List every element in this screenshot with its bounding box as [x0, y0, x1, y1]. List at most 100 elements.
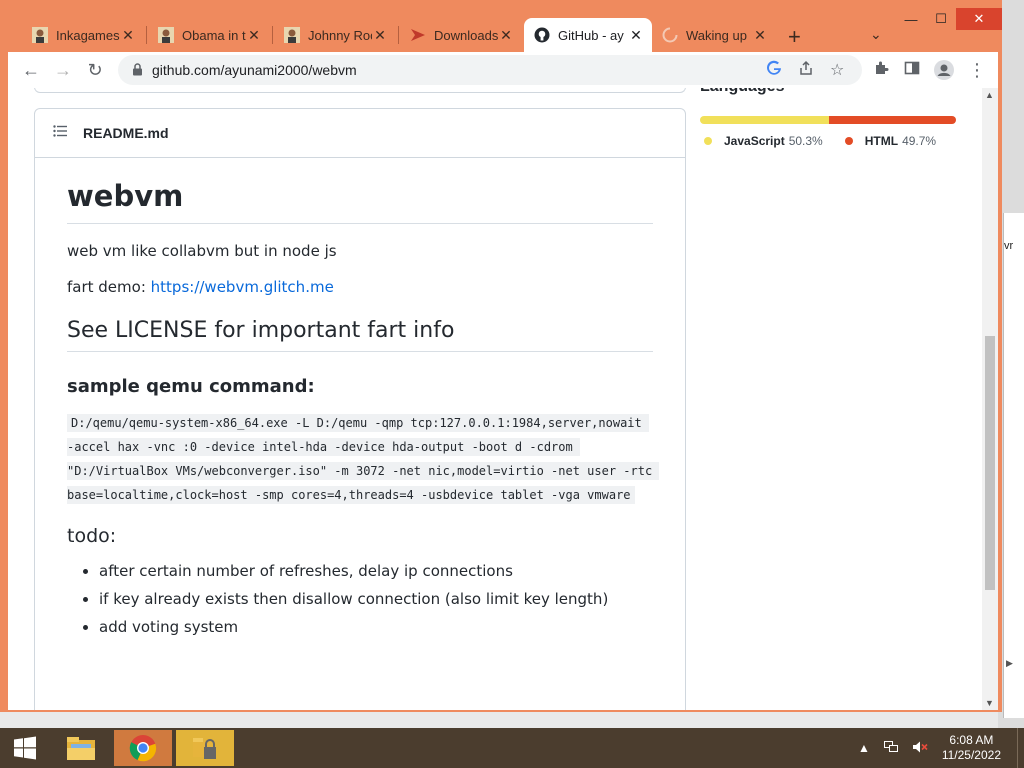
background-scroll-arrow-icon: ▶: [1006, 658, 1013, 668]
languages-list: JavaScript 50.3% HTML 49.7%: [704, 134, 958, 148]
tab-title: Waking up: [686, 27, 747, 43]
page-content: README.md webvm web vm like collabvm but…: [8, 88, 998, 710]
browser-toolbar: ← → ↻ github.com/ayunami2000/webvm ☆ ⋮: [8, 52, 998, 88]
readme-filename: README.md: [83, 125, 169, 141]
show-desktop-button[interactable]: [1017, 728, 1024, 768]
new-tab-button[interactable]: +: [788, 24, 801, 50]
forward-icon[interactable]: →: [52, 60, 74, 80]
lock-icon: [132, 63, 143, 81]
tab-close-icon[interactable]: ✕: [628, 27, 644, 44]
tab-close-icon[interactable]: ✕: [372, 27, 388, 44]
background-window-text: vr: [1004, 240, 1014, 252]
tab-johnny[interactable]: Johnny Roc ✕: [274, 18, 396, 52]
qemu-command-text: D:/qemu/qemu-system-x86_64.exe -L D:/qem…: [67, 414, 660, 504]
avatar-favicon-icon: [32, 27, 48, 43]
maximize-button[interactable]: ☐: [926, 8, 956, 30]
language-name: HTML: [864, 134, 899, 148]
window-close-button[interactable]: ✕: [956, 8, 1002, 30]
address-bar[interactable]: github.com/ayunami2000/webvm ☆: [118, 55, 862, 85]
list-item: if key already exists then disallow conn…: [99, 585, 653, 613]
tab-close-icon[interactable]: ✕: [120, 27, 136, 44]
clock-date: 11/25/2022: [941, 748, 1001, 762]
taskbar-locked-folder[interactable]: [176, 730, 234, 766]
list-item: add voting system: [99, 613, 653, 641]
scrollbar-thumb[interactable]: [985, 336, 995, 590]
google-icon[interactable]: [766, 60, 782, 80]
tab-title: GitHub - ay: [558, 27, 624, 43]
previous-box-edge: [34, 88, 686, 93]
clock-time: 6:08 AM: [949, 733, 994, 747]
windows-taskbar: ▲ 6:08 AM 11/25/2022: [0, 728, 1024, 768]
tab-inkagames[interactable]: Inkagames ✕: [22, 18, 144, 52]
locked-folder-icon: [193, 738, 216, 759]
avatar-favicon-icon: [284, 27, 300, 43]
todo-list: after certain number of refreshes, delay…: [67, 557, 653, 641]
profile-avatar-icon[interactable]: [933, 60, 955, 84]
qemu-command-code: D:/qemu/qemu-system-x86_64.exe -L D:/qem…: [67, 411, 660, 507]
language-html[interactable]: HTML 49.7%: [844, 134, 937, 148]
language-bar-javascript: [700, 116, 829, 124]
outline-list-icon[interactable]: [53, 124, 67, 142]
github-favicon-icon: [534, 27, 550, 43]
tab-close-icon[interactable]: ✕: [246, 27, 262, 44]
demo-prefix: fart demo:: [67, 278, 151, 296]
sample-heading: sample qemu command:: [67, 376, 315, 397]
tab-close-icon[interactable]: ✕: [498, 27, 514, 44]
languages-bar: [700, 116, 956, 124]
tab-obama[interactable]: Obama in th ✕: [148, 18, 270, 52]
demo-link[interactable]: https://webvm.glitch.me: [151, 278, 334, 296]
scroll-up-icon[interactable]: ▲: [985, 90, 994, 100]
readme-title: webvm: [67, 179, 653, 224]
license-heading: See LICENSE for important fart info: [67, 318, 653, 352]
start-button[interactable]: [0, 728, 50, 768]
browser-window: Inkagames ✕ Obama in th ✕ Johnny Roc ✕ D…: [0, 0, 1002, 712]
bookmark-star-icon[interactable]: ☆: [830, 60, 844, 80]
page-scrollbar[interactable]: ▲ ▼: [982, 88, 998, 710]
clock[interactable]: 6:08 AM 11/25/2022: [942, 733, 1001, 763]
chrome-icon: [129, 735, 157, 762]
tab-waking-up[interactable]: Waking up ✕: [652, 18, 776, 52]
background-window-panel: [1003, 213, 1024, 718]
tab-github[interactable]: GitHub - ay ✕: [524, 18, 652, 52]
menu-kebab-icon[interactable]: ⋮: [966, 60, 988, 80]
loading-spinner-icon: [662, 27, 678, 43]
side-panel-icon[interactable]: [901, 60, 923, 80]
tab-strip: Inkagames ✕ Obama in th ✕ Johnny Roc ✕ D…: [0, 0, 1002, 52]
scroll-down-icon[interactable]: ▼: [985, 698, 994, 708]
language-percent: 49.7%: [902, 134, 937, 148]
tab-search-chevron-icon[interactable]: ⌄: [870, 26, 882, 43]
volume-muted-icon[interactable]: [912, 741, 928, 756]
tab-title: Downloads: [434, 27, 498, 43]
language-javascript[interactable]: JavaScript 50.3%: [704, 134, 823, 148]
tray-overflow-icon[interactable]: ▲: [858, 741, 870, 755]
language-dot-icon: [844, 137, 853, 145]
share-icon[interactable]: [798, 60, 814, 80]
repo-sidebar: Languages JavaScript 50.3% HTML 49.7%: [684, 88, 984, 710]
readme-intro: web vm like collabvm but in node js: [67, 242, 337, 260]
url-text: github.com/ayunami2000/webvm: [152, 62, 357, 78]
tab-title: Johnny Roc: [308, 27, 372, 43]
language-name: JavaScript: [724, 134, 785, 148]
network-icon[interactable]: [883, 740, 898, 756]
minimize-button[interactable]: —: [896, 8, 926, 30]
languages-heading: Languages: [700, 88, 784, 96]
downloads-favicon-icon: [410, 27, 426, 43]
tab-title: Inkagames: [56, 27, 120, 43]
readme-header: README.md: [35, 109, 685, 158]
extensions-icon[interactable]: [870, 60, 892, 80]
back-icon[interactable]: ←: [20, 60, 42, 80]
taskbar-chrome[interactable]: [114, 730, 172, 766]
reload-icon[interactable]: ↻: [84, 60, 106, 80]
readme-box: README.md webvm web vm like collabvm but…: [34, 108, 686, 710]
todo-heading: todo:: [67, 525, 117, 547]
tab-close-icon[interactable]: ✕: [752, 27, 768, 44]
window-controls: — ☐ ✕: [896, 8, 1002, 30]
file-explorer-icon: [67, 737, 95, 760]
taskbar-file-explorer[interactable]: [52, 730, 110, 766]
tab-title: Obama in th: [182, 27, 246, 43]
language-bar-html: [828, 116, 956, 124]
language-percent: 50.3%: [788, 134, 823, 148]
tab-downloads[interactable]: Downloads ✕: [400, 18, 522, 52]
system-tray: ▲ 6:08 AM 11/25/2022: [858, 728, 1024, 768]
readme-markdown: webvm web vm like collabvm but in node j…: [67, 179, 660, 641]
